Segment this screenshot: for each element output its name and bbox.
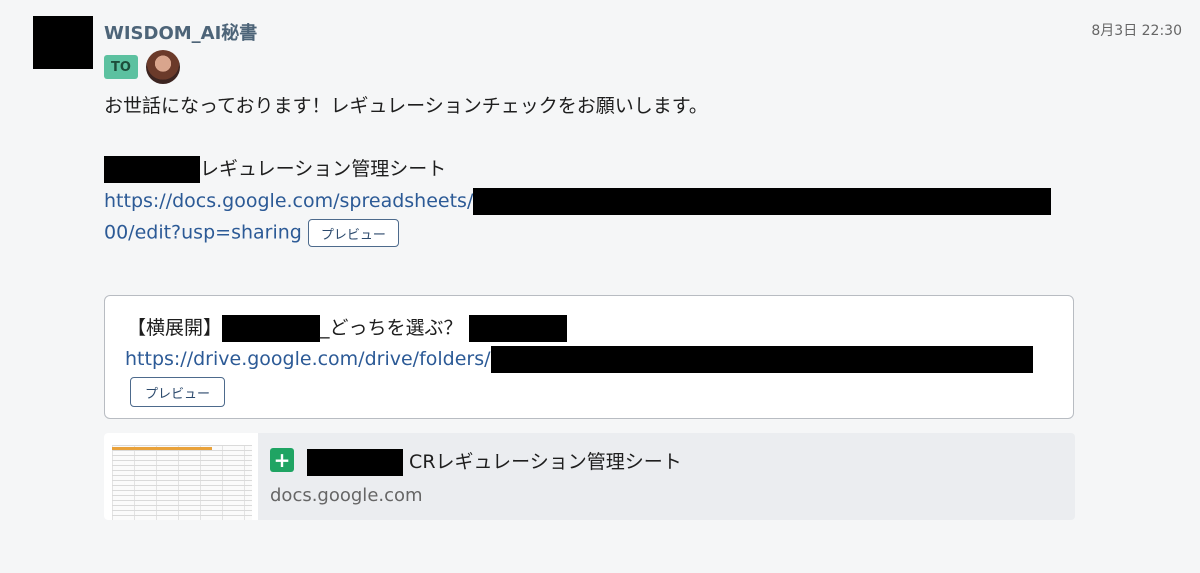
- sender-avatar-redacted[interactable]: [33, 16, 93, 69]
- google-sheets-icon: +: [270, 448, 294, 472]
- link-card-title[interactable]: CRレギュレーション管理シート: [307, 447, 682, 476]
- to-badge: TO: [104, 55, 138, 79]
- quote-title-prefix: 【横展開】: [127, 317, 223, 339]
- link-card-title-text[interactable]: CRレギュレーション管理シート: [409, 451, 682, 473]
- sheet-thumbnail[interactable]: [104, 433, 258, 520]
- redacted-block: [490, 346, 1033, 373]
- link-card-domain: docs.google.com: [270, 485, 423, 506]
- message-greeting: お世話になっております！レギュレーションチェックをお願いします。: [104, 95, 708, 117]
- sheet-url-link-continued[interactable]: 00/edit?usp=sharing: [104, 222, 302, 244]
- sheet-title-line: レギュレーション管理シート: [104, 154, 446, 183]
- quote-block: 【横展開】 _どっちを選ぶ？ https://drive.google.com/d…: [104, 295, 1074, 419]
- sheet-title-text: レギュレーション管理シート: [200, 158, 447, 180]
- redacted-block: [104, 156, 200, 183]
- link-preview-card[interactable]: + CRレギュレーション管理シート docs.google.com: [104, 433, 1075, 520]
- redacted-block: [307, 449, 403, 476]
- sheet-url-link[interactable]: https://docs.google.com/spreadsheets/: [104, 190, 473, 212]
- redacted-block: [468, 315, 567, 342]
- preview-button[interactable]: プレビュー: [130, 377, 226, 407]
- message-timestamp: 8月3日 22:30: [1091, 23, 1182, 39]
- redacted-block: [222, 315, 321, 342]
- quote-title: 【横展開】 _どっちを選ぶ？: [127, 313, 567, 342]
- quote-url-line[interactable]: https://drive.google.com/drive/folders/: [125, 346, 1033, 373]
- sender-name[interactable]: WISDOM_AI秘書: [104, 19, 257, 45]
- recipient-avatar[interactable]: [146, 50, 180, 84]
- quote-title-middle: _どっちを選ぶ？: [320, 317, 463, 339]
- sheet-url-line-2[interactable]: 00/edit?usp=sharing プレビュー: [104, 219, 399, 247]
- drive-folder-link[interactable]: https://drive.google.com/drive/folders/: [125, 348, 491, 370]
- preview-button[interactable]: プレビュー: [307, 219, 399, 247]
- sheet-url-line[interactable]: https://docs.google.com/spreadsheets/: [104, 188, 1052, 215]
- redacted-block: [473, 188, 1052, 215]
